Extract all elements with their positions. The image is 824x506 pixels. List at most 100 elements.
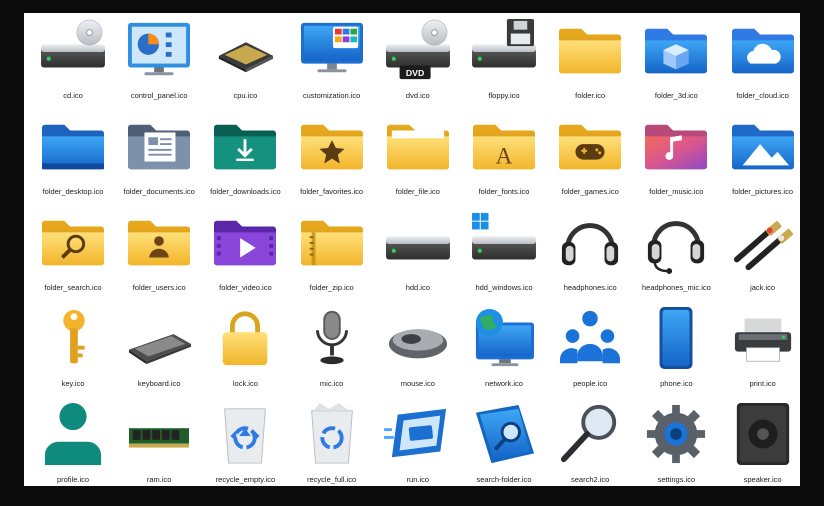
folder-search-icon: [42, 220, 104, 266]
icon-cell-microphone[interactable]: mic.ico: [289, 303, 375, 399]
folder-video-icon: [214, 220, 277, 266]
icon-cell-folder-games[interactable]: folder_games.ico: [547, 111, 633, 207]
icon-filename-label: folder_zip.ico: [309, 283, 354, 292]
icon-cell-folder-documents[interactable]: folder_documents.ico: [116, 111, 202, 207]
icon-cell-lock[interactable]: lock.ico: [202, 303, 288, 399]
speaker-icon: [736, 403, 789, 465]
icon-cell-dvd-drive[interactable]: DVD dvd.ico: [375, 15, 461, 111]
icon-cell-ram[interactable]: ram.ico: [116, 399, 202, 486]
icon-cell-headphones[interactable]: headphones.ico: [547, 207, 633, 303]
icon-cell-folder-downloads[interactable]: folder_downloads.ico: [202, 111, 288, 207]
font-glyph: A: [496, 143, 513, 169]
icon-filename-label: print.ico: [749, 379, 776, 388]
folder-users-icon: [128, 220, 191, 266]
icon-cell-hard-drive[interactable]: hdd.ico: [375, 207, 461, 303]
folder-documents-icon: [128, 124, 191, 170]
icon-cell-audio-jack[interactable]: jack.ico: [720, 207, 800, 303]
run-icon: [383, 408, 446, 458]
icon-cell-search-folder[interactable]: search-folder.ico: [461, 399, 547, 486]
icon-cell-people[interactable]: people.ico: [547, 303, 633, 399]
icon-filename-label: cpu.ico: [233, 91, 258, 100]
icon-cell-folder-pictures[interactable]: folder_pictures.ico: [720, 111, 800, 207]
icon-cell-folder-search[interactable]: folder_search.ico: [30, 207, 116, 303]
icon-cell-keyboard[interactable]: keyboard.ico: [116, 303, 202, 399]
icon-cell-folder-favorites[interactable]: folder_favorites.ico: [289, 111, 375, 207]
icon-filename-label: folder_music.ico: [649, 187, 704, 196]
control-panel-icon: [128, 22, 191, 76]
icon-filename-label: search-folder.ico: [476, 475, 532, 484]
icon-cell-magnifier[interactable]: search2.ico: [547, 399, 633, 486]
floppy-drive-icon: [472, 19, 536, 68]
icon-filename-label: profile.ico: [56, 475, 90, 484]
key-icon: [63, 309, 85, 364]
icon-filename-label: network.ico: [485, 379, 523, 388]
icon-cell-floppy-drive[interactable]: floppy.ico: [461, 15, 547, 111]
icon-filename-label: folder_fonts.ico: [478, 187, 530, 196]
icon-cell-mouse[interactable]: mouse.ico: [375, 303, 461, 399]
icon-cell-key[interactable]: key.ico: [30, 303, 116, 399]
profile-icon: [44, 403, 102, 465]
icon-cell-profile[interactable]: profile.ico: [30, 399, 116, 486]
printer-icon: [734, 318, 791, 362]
icon-cell-recycle-bin-full[interactable]: recycle_full.ico: [289, 399, 375, 486]
icon-cell-speaker[interactable]: speaker.ico: [720, 399, 800, 486]
folder-zip-icon: [300, 220, 363, 266]
icon-cell-folder-video[interactable]: folder_video.ico: [202, 207, 288, 303]
icon-filename-label: headphones_mic.ico: [641, 283, 711, 292]
icon-filename-label: folder.ico: [575, 91, 606, 100]
folder-pictures-icon: [731, 124, 794, 170]
icon-filename-label: mouse.ico: [400, 379, 435, 388]
icon-cell-printer[interactable]: print.ico: [720, 303, 800, 399]
settings-gear-icon: [647, 404, 706, 464]
icon-filename-label: key.ico: [61, 379, 85, 388]
phone-icon: [659, 307, 693, 369]
icon-cell-cpu[interactable]: cpu.ico: [202, 15, 288, 111]
folder-desktop-icon: [42, 124, 104, 170]
headset-mic-icon: [648, 221, 705, 274]
icon-filename-label: folder_video.ico: [219, 283, 272, 292]
icon-cell-cd-drive[interactable]: cd.ico: [30, 15, 116, 111]
dvd-drive-icon: DVD: [385, 19, 450, 80]
icon-cell-control-panel[interactable]: control_panel.ico: [116, 15, 202, 111]
magnifier-icon: [561, 404, 617, 463]
icon-cell-folder-music[interactable]: folder_music.ico: [633, 111, 719, 207]
hard-drive-icon: [385, 236, 450, 260]
icon-cell-hard-drive-windows[interactable]: hdd_windows.ico: [461, 207, 547, 303]
icon-cell-phone[interactable]: phone.ico: [633, 303, 719, 399]
audio-jack-icon: [733, 221, 793, 271]
icon-filename-label: mic.ico: [319, 379, 344, 388]
microphone-icon: [315, 310, 348, 365]
icon-cell-folder-fonts[interactable]: Afolder_fonts.ico: [461, 111, 547, 207]
folder-fonts-icon: A: [473, 124, 535, 169]
folder-icon: [559, 28, 622, 74]
icon-cell-customization[interactable]: customization.ico: [289, 15, 375, 111]
icon-cell-folder-file[interactable]: folder_file.ico: [375, 111, 461, 207]
icon-filename-label: folder_cloud.ico: [736, 91, 789, 100]
people-icon: [560, 310, 621, 364]
icon-filename-label: recycle_full.ico: [307, 475, 357, 484]
recycle-bin-empty-icon: [224, 408, 267, 464]
icon-cell-headset-mic[interactable]: headphones_mic.ico: [633, 207, 719, 303]
icon-cell-folder-zip[interactable]: folder_zip.ico: [289, 207, 375, 303]
icon-filename-label: phone.ico: [660, 379, 693, 388]
icon-filename-label: speaker.ico: [743, 475, 782, 484]
icon-cell-settings-gear[interactable]: settings.ico: [633, 399, 719, 486]
icon-cell-folder-3d[interactable]: folder_3d.ico: [633, 15, 719, 111]
folder-music-icon: [645, 124, 708, 170]
icon-filename-label: headphones.ico: [563, 283, 617, 292]
icon-cell-run[interactable]: run.ico: [375, 399, 461, 486]
icon-filename-label: folder_file.ico: [395, 187, 440, 196]
icon-cell-folder[interactable]: folder.ico: [547, 15, 633, 111]
icon-filename-label: dvd.ico: [405, 91, 430, 100]
folder-cloud-icon: [731, 28, 794, 74]
icon-cell-folder-cloud[interactable]: folder_cloud.ico: [720, 15, 800, 111]
icon-filename-label: folder_documents.ico: [123, 187, 195, 196]
folder-3d-icon: [645, 28, 708, 74]
icon-cell-network[interactable]: network.ico: [461, 303, 547, 399]
icon-cell-folder-users[interactable]: folder_users.ico: [116, 207, 202, 303]
icon-cell-recycle-bin-empty[interactable]: recycle_empty.ico: [202, 399, 288, 486]
icon-filename-label: lock.ico: [232, 379, 258, 388]
icon-cell-folder-desktop[interactable]: folder_desktop.ico: [30, 111, 116, 207]
icon-filename-label: people.ico: [573, 379, 608, 388]
folder-favorites-icon: [300, 124, 363, 170]
